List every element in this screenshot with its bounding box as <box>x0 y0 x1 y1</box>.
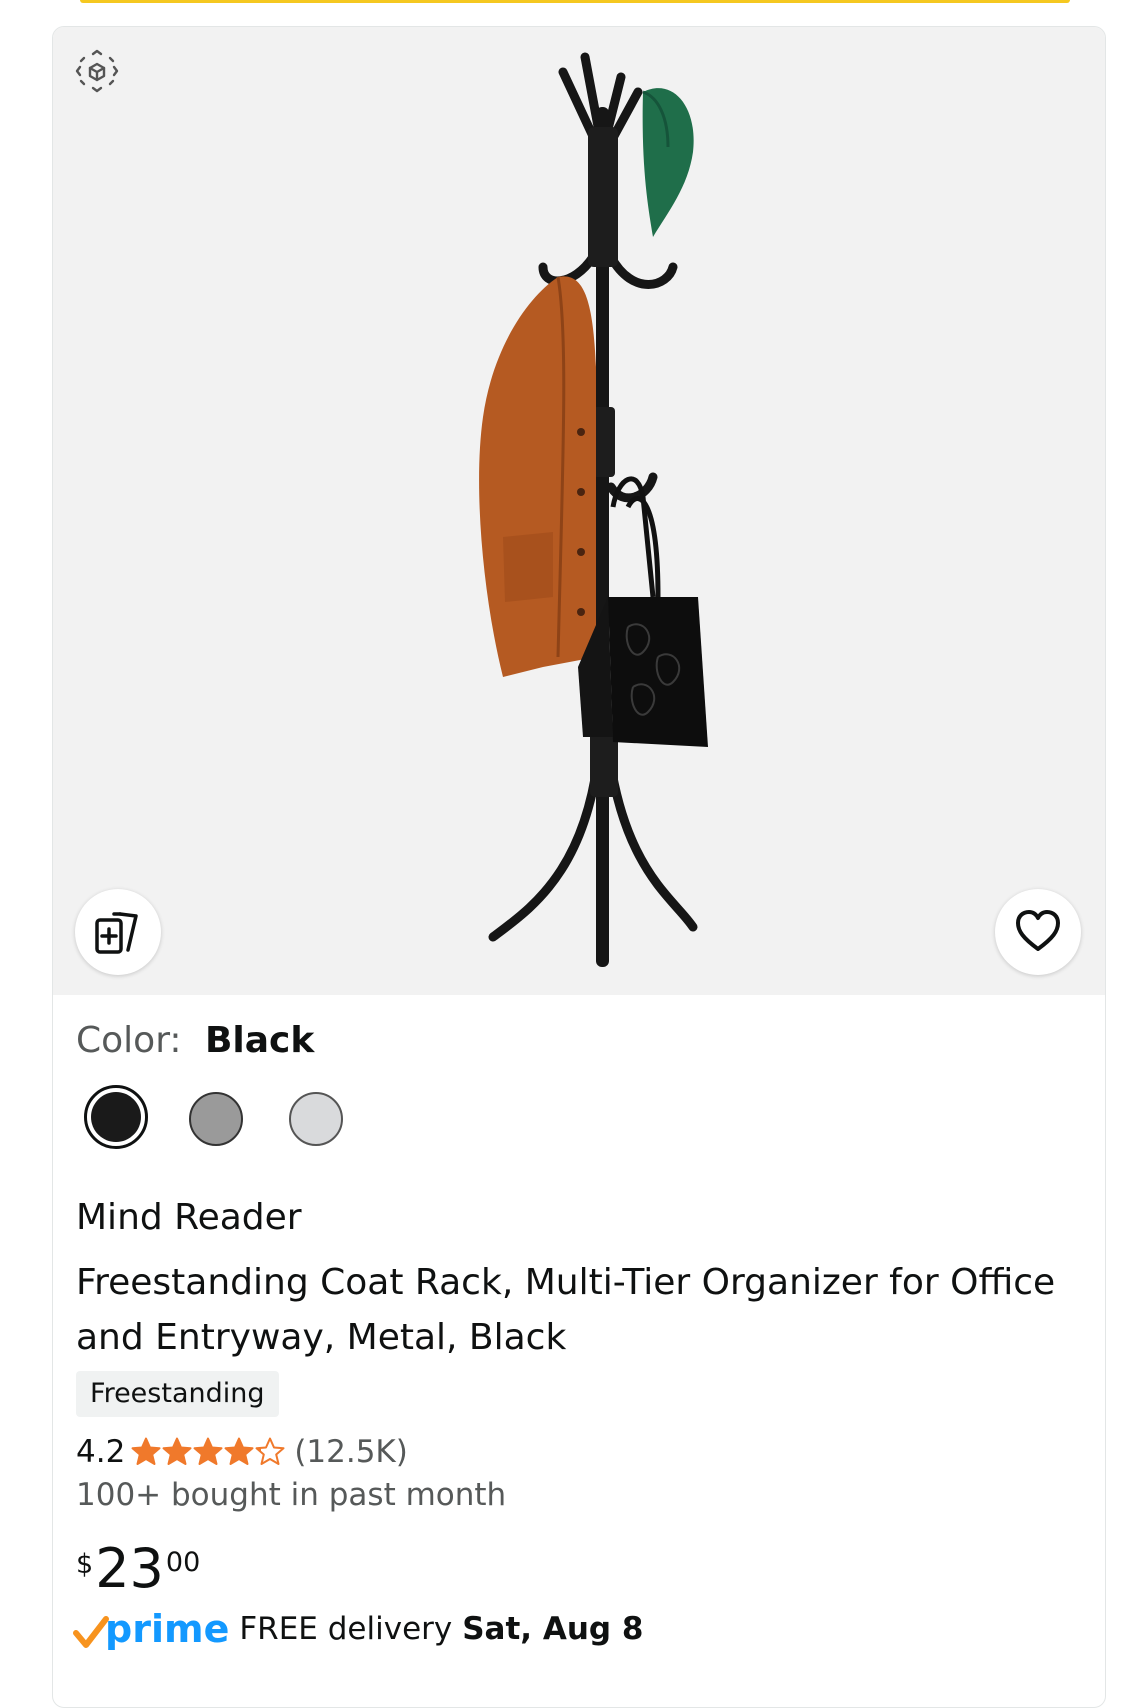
star-rating <box>131 1437 286 1467</box>
product-title[interactable]: Freestanding Coat Rack, Multi-Tier Organ… <box>76 1255 1066 1365</box>
add-to-wishlist-button[interactable] <box>995 889 1081 975</box>
prime-text: prime <box>105 1607 230 1651</box>
star-icon <box>131 1437 161 1465</box>
prime-check-icon <box>73 1616 109 1648</box>
price: $ 23 00 <box>76 1539 200 1599</box>
color-swatch-light-gray[interactable] <box>289 1092 343 1146</box>
top-highlight-bar <box>80 0 1070 3</box>
delivery-info: prime FREE delivery Sat, Aug 8 <box>73 1609 643 1649</box>
price-whole: 23 <box>95 1537 164 1600</box>
rating-value: 4.2 <box>76 1434 126 1470</box>
rating-row[interactable]: 4.2 (12.5K) <box>76 1431 408 1473</box>
add-to-compare-icon <box>95 912 138 954</box>
heart-icon <box>1016 910 1060 951</box>
prime-logo: prime <box>73 1609 229 1649</box>
selected-color: Black <box>204 1020 315 1061</box>
brand-name[interactable]: Mind Reader <box>76 1197 302 1238</box>
color-label: Color: Black <box>76 1020 314 1061</box>
price-fraction: 00 <box>165 1547 201 1578</box>
delivery-text: FREE delivery <box>239 1611 453 1647</box>
star-icon <box>162 1437 192 1465</box>
product-image-area[interactable] <box>53 27 1105 995</box>
color-swatch-gray[interactable] <box>189 1092 243 1146</box>
add-to-compare-button[interactable] <box>75 889 161 975</box>
star-icon <box>255 1437 285 1465</box>
bought-count: 100+ bought in past month <box>76 1477 507 1513</box>
product-photo-coat-rack <box>479 52 708 967</box>
price-symbol: $ <box>76 1549 94 1580</box>
color-swatch-black[interactable] <box>84 1085 148 1149</box>
style-badge: Freestanding <box>76 1371 279 1417</box>
star-icon <box>224 1437 254 1465</box>
product-card[interactable]: Color: Black Mind Reader Freestanding Co… <box>52 26 1106 1708</box>
review-count: (12.5K) <box>294 1434 408 1470</box>
color-label-text: Color: <box>76 1020 182 1061</box>
view-in-3d-icon[interactable] <box>75 49 119 93</box>
delivery-date: Sat, Aug 8 <box>462 1611 644 1647</box>
star-icon <box>193 1437 223 1465</box>
